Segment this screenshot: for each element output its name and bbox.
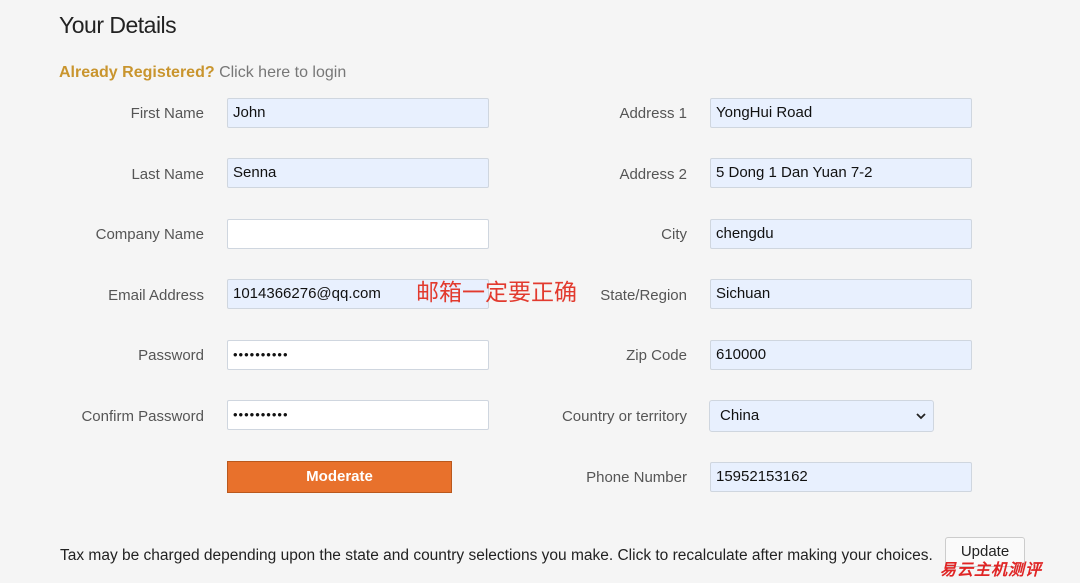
- address1-label: Address 1: [619, 105, 687, 122]
- confirm-password-label: Confirm Password: [81, 408, 204, 425]
- zip-code-input[interactable]: 610000: [710, 340, 972, 370]
- phone-number-input[interactable]: 15952153162: [710, 462, 972, 492]
- state-region-input[interactable]: Sichuan: [710, 279, 972, 309]
- first-name-input[interactable]: John: [227, 98, 489, 128]
- state-region-label: State/Region: [600, 287, 687, 304]
- password-input[interactable]: ••••••••••: [227, 340, 489, 370]
- company-name-label: Company Name: [95, 226, 204, 243]
- tax-note: Tax may be charged depending upon the st…: [60, 547, 933, 564]
- last-name-input[interactable]: Senna: [227, 158, 489, 188]
- company-name-input[interactable]: [227, 219, 489, 249]
- address2-label: Address 2: [619, 166, 687, 183]
- zip-code-label: Zip Code: [626, 347, 687, 364]
- login-link[interactable]: Click here to login: [219, 64, 346, 81]
- already-registered-text: Already Registered?: [59, 64, 215, 81]
- country-selected-value: China: [720, 407, 760, 424]
- phone-number-label: Phone Number: [586, 469, 687, 486]
- last-name-label: Last Name: [131, 166, 204, 183]
- confirm-password-input[interactable]: ••••••••••: [227, 400, 489, 430]
- country-select[interactable]: China: [709, 400, 934, 432]
- watermark: 易云主机测评: [940, 560, 1043, 579]
- country-label: Country or territory: [561, 408, 687, 425]
- page-title: Your Details: [59, 12, 177, 38]
- moderate-button[interactable]: Moderate: [227, 461, 452, 493]
- city-label: City: [661, 226, 687, 243]
- city-input[interactable]: chengdu: [710, 219, 972, 249]
- address1-input[interactable]: YongHui Road: [710, 98, 972, 128]
- chevron-down-icon: [916, 413, 926, 420]
- login-prompt: Already Registered? Click here to login: [59, 64, 346, 82]
- password-label: Password: [138, 347, 204, 364]
- email-label: Email Address: [108, 287, 204, 304]
- first-name-label: First Name: [130, 105, 204, 122]
- address2-input[interactable]: 5 Dong 1 Dan Yuan 7-2: [710, 158, 972, 188]
- email-annotation: 邮箱一定要正确: [416, 280, 577, 306]
